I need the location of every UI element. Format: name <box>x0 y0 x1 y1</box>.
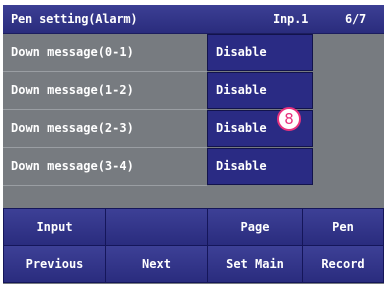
setting-row-1-2: Down message(1-2) Disable <box>3 72 384 109</box>
page-indicator: 6/7 <box>345 12 367 26</box>
setting-label: Down message(3-4) <box>11 159 134 173</box>
setting-label: Down message(1-2) <box>11 83 134 97</box>
setting-row-3-4: Down message(3-4) Disable <box>3 148 384 185</box>
title-bar: Pen setting(Alarm) Inp.1 6/7 <box>3 5 384 34</box>
setting-label: Down message(0-1) <box>11 45 134 59</box>
input-button[interactable]: Input <box>3 208 106 246</box>
page-button[interactable]: Page <box>207 208 303 246</box>
setting-row-2-3: Down message(2-3) Disable <box>3 110 384 147</box>
down-message-3-4-value[interactable]: Disable <box>207 148 313 185</box>
down-message-0-1-value[interactable]: Disable <box>207 34 313 71</box>
pen-setting-screen: Pen setting(Alarm) Inp.1 6/7 Down messag… <box>3 5 384 284</box>
blank-button[interactable] <box>105 208 208 246</box>
down-message-1-2-value[interactable]: Disable <box>207 72 313 109</box>
row-divider <box>3 185 207 186</box>
record-button[interactable]: Record <box>302 245 384 283</box>
pen-button[interactable]: Pen <box>302 208 384 246</box>
setting-row-0-1: Down message(0-1) Disable <box>3 34 384 71</box>
screen-title: Pen setting(Alarm) <box>11 12 138 26</box>
next-button[interactable]: Next <box>105 245 208 283</box>
callout-number-badge: 8 <box>277 107 301 131</box>
input-indicator: Inp.1 <box>273 12 309 26</box>
set-main-button[interactable]: Set Main <box>207 245 303 283</box>
previous-button[interactable]: Previous <box>3 245 106 283</box>
setting-label: Down message(2-3) <box>11 121 134 135</box>
